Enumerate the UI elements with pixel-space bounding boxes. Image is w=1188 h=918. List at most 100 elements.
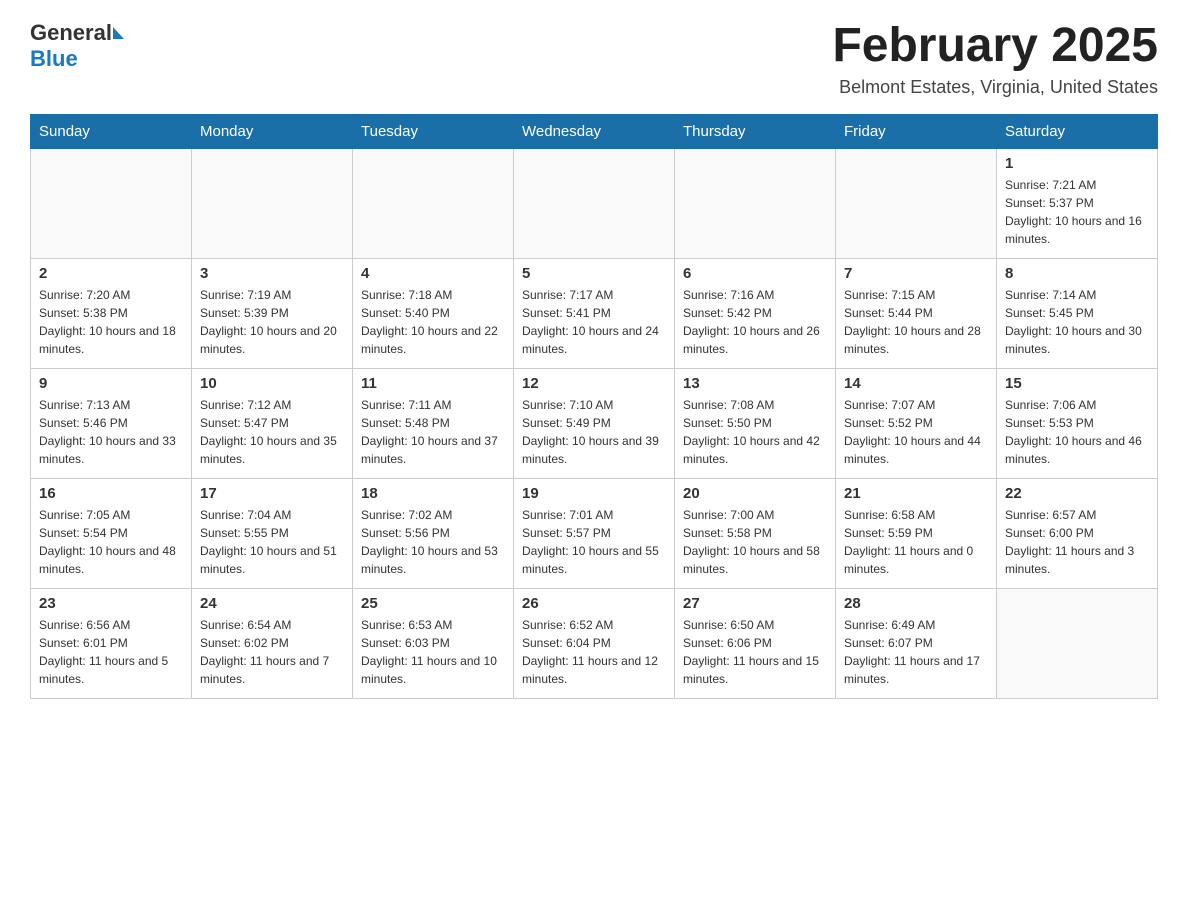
table-row: 24 Sunrise: 6:54 AMSunset: 6:02 PMDayligh… [192,588,353,698]
day-info: Sunrise: 6:53 AMSunset: 6:03 PMDaylight:… [361,616,505,688]
col-wednesday: Wednesday [514,114,675,148]
day-info: Sunrise: 7:07 AMSunset: 5:52 PMDaylight:… [844,396,988,468]
day-info: Sunrise: 7:13 AMSunset: 5:46 PMDaylight:… [39,396,183,468]
day-info: Sunrise: 7:12 AMSunset: 5:47 PMDaylight:… [200,396,344,468]
table-row [353,148,514,258]
day-info: Sunrise: 6:58 AMSunset: 5:59 PMDaylight:… [844,506,988,578]
day-number: 25 [361,595,505,612]
table-row: 1 Sunrise: 7:21 AMSunset: 5:37 PMDaylight… [997,148,1158,258]
day-number: 1 [1005,155,1149,172]
day-info: Sunrise: 7:16 AMSunset: 5:42 PMDaylight:… [683,286,827,358]
col-monday: Monday [192,114,353,148]
day-info: Sunrise: 7:19 AMSunset: 5:39 PMDaylight:… [200,286,344,358]
table-row: 14 Sunrise: 7:07 AMSunset: 5:52 PMDayligh… [836,368,997,478]
table-row [31,148,192,258]
table-row: 23 Sunrise: 6:56 AMSunset: 6:01 PMDayligh… [31,588,192,698]
day-number: 18 [361,485,505,502]
day-info: Sunrise: 7:04 AMSunset: 5:55 PMDaylight:… [200,506,344,578]
day-info: Sunrise: 7:00 AMSunset: 5:58 PMDaylight:… [683,506,827,578]
day-number: 12 [522,375,666,392]
logo: General Blue [30,20,124,72]
calendar-header-row: Sunday Monday Tuesday Wednesday Thursday… [31,114,1158,148]
day-info: Sunrise: 7:18 AMSunset: 5:40 PMDaylight:… [361,286,505,358]
day-number: 20 [683,485,827,502]
day-info: Sunrise: 6:50 AMSunset: 6:06 PMDaylight:… [683,616,827,688]
table-row [997,588,1158,698]
title-block: February 2025 Belmont Estates, Virginia,… [832,20,1158,98]
table-row: 18 Sunrise: 7:02 AMSunset: 5:56 PMDayligh… [353,478,514,588]
day-number: 26 [522,595,666,612]
calendar-week-row: 23 Sunrise: 6:56 AMSunset: 6:01 PMDayligh… [31,588,1158,698]
table-row: 13 Sunrise: 7:08 AMSunset: 5:50 PMDayligh… [675,368,836,478]
day-number: 14 [844,375,988,392]
day-number: 16 [39,485,183,502]
col-friday: Friday [836,114,997,148]
day-info: Sunrise: 7:05 AMSunset: 5:54 PMDaylight:… [39,506,183,578]
day-info: Sunrise: 7:02 AMSunset: 5:56 PMDaylight:… [361,506,505,578]
day-number: 7 [844,265,988,282]
table-row: 3 Sunrise: 7:19 AMSunset: 5:39 PMDaylight… [192,258,353,368]
col-saturday: Saturday [997,114,1158,148]
day-number: 5 [522,265,666,282]
day-info: Sunrise: 6:49 AMSunset: 6:07 PMDaylight:… [844,616,988,688]
day-number: 3 [200,265,344,282]
table-row: 21 Sunrise: 6:58 AMSunset: 5:59 PMDayligh… [836,478,997,588]
page-header: General Blue February 2025 Belmont Estat… [30,20,1158,98]
calendar-week-row: 2 Sunrise: 7:20 AMSunset: 5:38 PMDaylight… [31,258,1158,368]
day-number: 22 [1005,485,1149,502]
day-info: Sunrise: 6:56 AMSunset: 6:01 PMDaylight:… [39,616,183,688]
table-row: 26 Sunrise: 6:52 AMSunset: 6:04 PMDayligh… [514,588,675,698]
table-row: 7 Sunrise: 7:15 AMSunset: 5:44 PMDaylight… [836,258,997,368]
day-info: Sunrise: 6:54 AMSunset: 6:02 PMDaylight:… [200,616,344,688]
table-row: 6 Sunrise: 7:16 AMSunset: 5:42 PMDaylight… [675,258,836,368]
day-number: 28 [844,595,988,612]
col-thursday: Thursday [675,114,836,148]
day-number: 23 [39,595,183,612]
day-number: 4 [361,265,505,282]
day-number: 24 [200,595,344,612]
table-row: 9 Sunrise: 7:13 AMSunset: 5:46 PMDaylight… [31,368,192,478]
day-info: Sunrise: 7:06 AMSunset: 5:53 PMDaylight:… [1005,396,1149,468]
day-number: 17 [200,485,344,502]
col-sunday: Sunday [31,114,192,148]
day-info: Sunrise: 7:20 AMSunset: 5:38 PMDaylight:… [39,286,183,358]
day-number: 9 [39,375,183,392]
day-number: 8 [1005,265,1149,282]
table-row: 8 Sunrise: 7:14 AMSunset: 5:45 PMDaylight… [997,258,1158,368]
day-info: Sunrise: 7:17 AMSunset: 5:41 PMDaylight:… [522,286,666,358]
day-info: Sunrise: 7:11 AMSunset: 5:48 PMDaylight:… [361,396,505,468]
table-row: 25 Sunrise: 6:53 AMSunset: 6:03 PMDayligh… [353,588,514,698]
table-row: 22 Sunrise: 6:57 AMSunset: 6:00 PMDayligh… [997,478,1158,588]
location-subtitle: Belmont Estates, Virginia, United States [832,77,1158,98]
day-number: 21 [844,485,988,502]
day-info: Sunrise: 7:10 AMSunset: 5:49 PMDaylight:… [522,396,666,468]
table-row [514,148,675,258]
table-row: 28 Sunrise: 6:49 AMSunset: 6:07 PMDayligh… [836,588,997,698]
month-title: February 2025 [832,20,1158,73]
table-row: 16 Sunrise: 7:05 AMSunset: 5:54 PMDayligh… [31,478,192,588]
logo-arrow-icon [113,27,124,39]
day-info: Sunrise: 7:14 AMSunset: 5:45 PMDaylight:… [1005,286,1149,358]
table-row: 5 Sunrise: 7:17 AMSunset: 5:41 PMDaylight… [514,258,675,368]
table-row [675,148,836,258]
day-number: 2 [39,265,183,282]
calendar-week-row: 9 Sunrise: 7:13 AMSunset: 5:46 PMDaylight… [31,368,1158,478]
day-info: Sunrise: 7:15 AMSunset: 5:44 PMDaylight:… [844,286,988,358]
day-info: Sunrise: 7:08 AMSunset: 5:50 PMDaylight:… [683,396,827,468]
day-info: Sunrise: 7:21 AMSunset: 5:37 PMDaylight:… [1005,176,1149,248]
logo-general-text: General [30,20,112,46]
day-number: 13 [683,375,827,392]
day-info: Sunrise: 7:01 AMSunset: 5:57 PMDaylight:… [522,506,666,578]
table-row: 12 Sunrise: 7:10 AMSunset: 5:49 PMDayligh… [514,368,675,478]
table-row: 17 Sunrise: 7:04 AMSunset: 5:55 PMDayligh… [192,478,353,588]
table-row: 11Sunrise: 7:11 AMSunset: 5:48 PMDayligh… [353,368,514,478]
table-row: 19 Sunrise: 7:01 AMSunset: 5:57 PMDayligh… [514,478,675,588]
day-number: 19 [522,485,666,502]
day-info: Sunrise: 6:52 AMSunset: 6:04 PMDaylight:… [522,616,666,688]
table-row: 20 Sunrise: 7:00 AMSunset: 5:58 PMDayligh… [675,478,836,588]
day-info: Sunrise: 6:57 AMSunset: 6:00 PMDaylight:… [1005,506,1149,578]
calendar-week-row: 16 Sunrise: 7:05 AMSunset: 5:54 PMDayligh… [31,478,1158,588]
table-row: 10Sunrise: 7:12 AMSunset: 5:47 PMDayligh… [192,368,353,478]
day-number: 6 [683,265,827,282]
table-row [836,148,997,258]
